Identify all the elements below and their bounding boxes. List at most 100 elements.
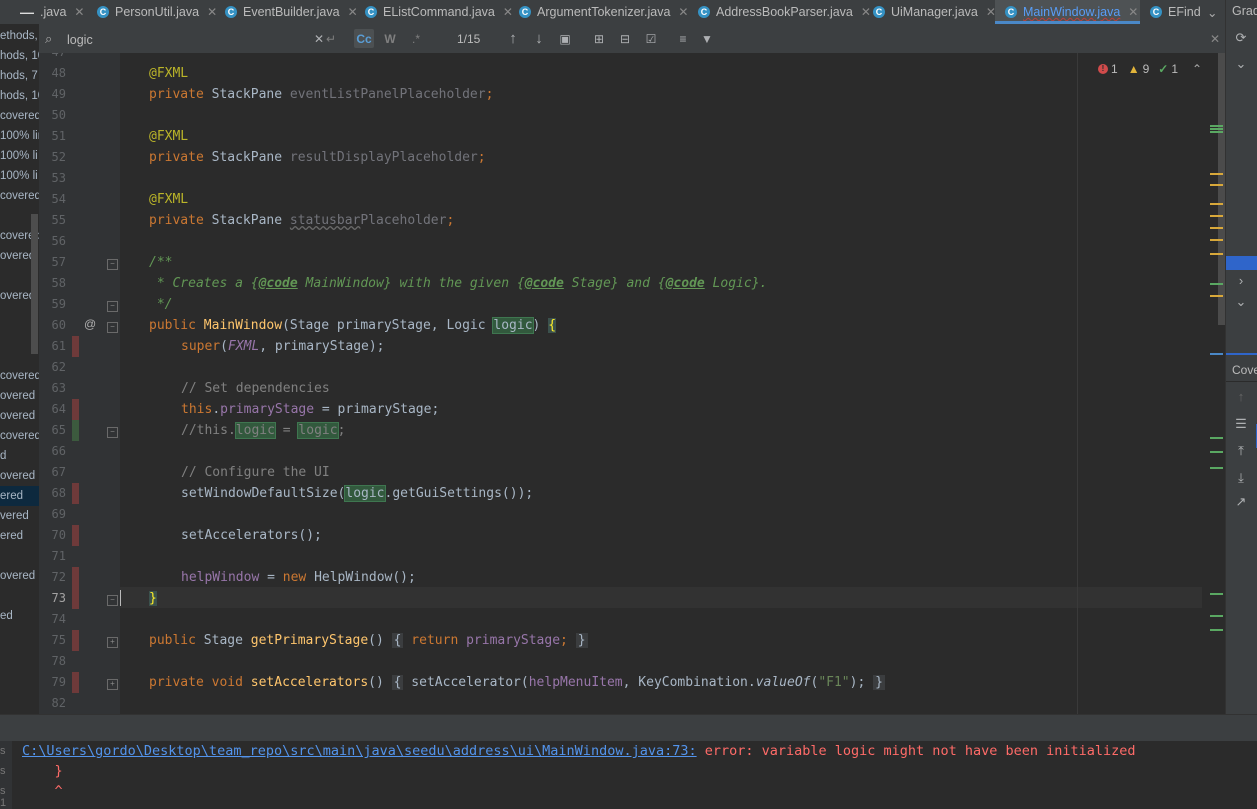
new-line-icon[interactable]: ↵ [321,29,341,48]
fold-toggle-icon[interactable]: − [107,595,118,606]
line-number[interactable]: 62 [39,360,66,374]
line-number[interactable]: 71 [39,549,66,563]
words-button[interactable]: W [380,29,400,48]
line-number[interactable]: 59 [39,297,66,311]
close-search-icon[interactable]: ✕ [1205,29,1225,48]
select-all-occurrences-icon[interactable]: ▣ [555,29,575,48]
line-number[interactable]: 78 [39,654,66,668]
code-editor[interactable]: @FXML private StackPane eventListPanelPl… [120,53,1225,714]
tab-elistcommand[interactable]: C EListCommand.java ✕ [365,0,513,24]
tab-argumenttokenizer[interactable]: C ArgumentTokenizer.java ✕ [519,0,688,24]
flatten-packages-icon[interactable]: ☰ [1233,416,1249,432]
line-number[interactable]: 53 [39,171,66,185]
close-tab-icon[interactable]: ✕ [348,5,358,19]
coverage-tree-item[interactable]: hods, 7 [0,66,38,86]
coverage-tree-item[interactable]: overed [0,466,35,486]
filter-options-icon[interactable]: ≡ [673,29,693,48]
line-number[interactable]: 52 [39,150,66,164]
line-number[interactable]: 57 [39,255,66,269]
arrow-up-icon[interactable]: ↑ [1233,389,1249,405]
line-number[interactable]: 70 [39,528,66,542]
filter-icon[interactable]: ▼ [697,29,717,48]
coverage-tree-item[interactable]: overed [0,246,35,266]
close-tab-icon[interactable]: ✕ [861,5,871,19]
line-number[interactable]: 60 [39,318,66,332]
coverage-tree-item-selected[interactable]: ered [0,486,39,506]
open-external-icon[interactable]: ↗ [1233,494,1249,510]
line-number[interactable]: 79 [39,675,66,689]
close-tab-icon[interactable]: ✕ [503,5,513,19]
line-number[interactable]: 68 [39,486,66,500]
tab-personutil[interactable]: C PersonUtil.java ✕ [97,0,217,24]
coverage-tree-item[interactable]: covered [0,366,39,386]
coverage-tree-item[interactable]: overed [0,406,35,426]
selected-tree-row[interactable] [1226,256,1257,270]
coverage-tree-item[interactable]: hods, 10 [0,46,39,66]
close-tab-icon[interactable]: ✕ [678,5,688,19]
previous-highlight-icon[interactable]: ⌃ [1192,62,1202,76]
next-occurrence-icon[interactable]: ↓ [529,29,549,48]
coverage-tree-item[interactable]: 100% lin [0,126,39,146]
tab-efind[interactable]: C EFind [1150,0,1201,24]
minimize-icon[interactable]: — [20,4,34,20]
line-number[interactable]: 58 [39,276,66,290]
expand-icon[interactable]: ⌄ [1233,56,1249,72]
line-number[interactable]: 49 [39,87,66,101]
add-occurrence-icon[interactable]: ⊞ [589,29,609,48]
coverage-tree-item[interactable]: vered [0,506,29,526]
close-tab-icon[interactable]: ✕ [207,5,217,19]
remove-occurrence-icon[interactable]: ⊟ [615,29,635,48]
coverage-tree-item[interactable]: overed [0,286,35,306]
coverage-tree-item[interactable]: d [0,446,6,466]
previous-occurrence-icon[interactable]: ↑ [503,29,523,48]
tab-uimanager[interactable]: C UiManager.java ✕ [873,0,996,24]
coverage-tree-item[interactable]: 100% li [0,166,38,186]
import-icon[interactable]: ⤒ [1233,443,1249,459]
line-number[interactable]: 51 [39,129,66,143]
line-number[interactable]: 50 [39,108,66,122]
coverage-tree-item[interactable]: covered [0,106,39,126]
line-number[interactable]: 67 [39,465,66,479]
fold-toggle-icon[interactable]: − [107,301,118,312]
line-number[interactable]: 75 [39,633,66,647]
coverage-tree-item[interactable]: ered [0,526,23,546]
line-number[interactable]: 74 [39,612,66,626]
coverage-panel-scrollbar[interactable] [31,214,38,354]
error-file-link[interactable]: C:\Users\gordo\Desktop\team_repo\src\mai… [22,743,697,759]
override-icon[interactable]: @ [84,317,96,331]
coverage-tree-item[interactable]: hods, 10 [0,86,39,106]
line-number[interactable]: 54 [39,192,66,206]
search-icon[interactable]: ⌕ [45,31,52,47]
chevron-down-icon[interactable]: ⌄ [1233,294,1249,310]
collapse-icon[interactable]: › [1233,273,1249,289]
line-number[interactable]: 63 [39,381,66,395]
line-number[interactable]: 73 [39,591,66,605]
coverage-tree-item[interactable]: ed [0,606,13,626]
line-number[interactable]: 65 [39,423,66,437]
coverage-tree-item[interactable]: overed [0,386,35,406]
fold-toggle-icon[interactable]: + [107,679,118,690]
line-number[interactable]: 82 [39,696,66,710]
line-number[interactable]: 69 [39,507,66,521]
coverage-tree-item[interactable]: 100% li [0,146,38,166]
fold-toggle-icon[interactable]: − [107,259,118,270]
regex-button[interactable]: .* [406,29,426,48]
line-number[interactable]: 48 [39,66,66,80]
line-number[interactable]: 72 [39,570,66,584]
select-all-matches-icon[interactable]: ☑ [641,29,661,48]
coverage-tree-item[interactable]: overed [0,566,35,586]
search-input[interactable] [65,30,339,49]
coverage-tree-item[interactable]: covered [0,186,39,206]
line-number[interactable]: 61 [39,339,66,353]
coverage-tree-item[interactable]: ethods, [0,26,38,46]
coverage-tree-item[interactable]: covered [0,426,39,446]
line-number[interactable]: 64 [39,402,66,416]
fold-toggle-icon[interactable]: + [107,637,118,648]
fold-toggle-icon[interactable]: − [107,427,118,438]
tabs-dropdown-button[interactable]: ⌄ [1207,0,1217,24]
line-number[interactable]: 55 [39,213,66,227]
line-number[interactable]: 56 [39,234,66,248]
error-stripe[interactable] [1202,53,1225,714]
match-case-button[interactable]: Cc [354,29,374,48]
tab-addressbookparser[interactable]: C AddressBookParser.java ✕ [698,0,871,24]
